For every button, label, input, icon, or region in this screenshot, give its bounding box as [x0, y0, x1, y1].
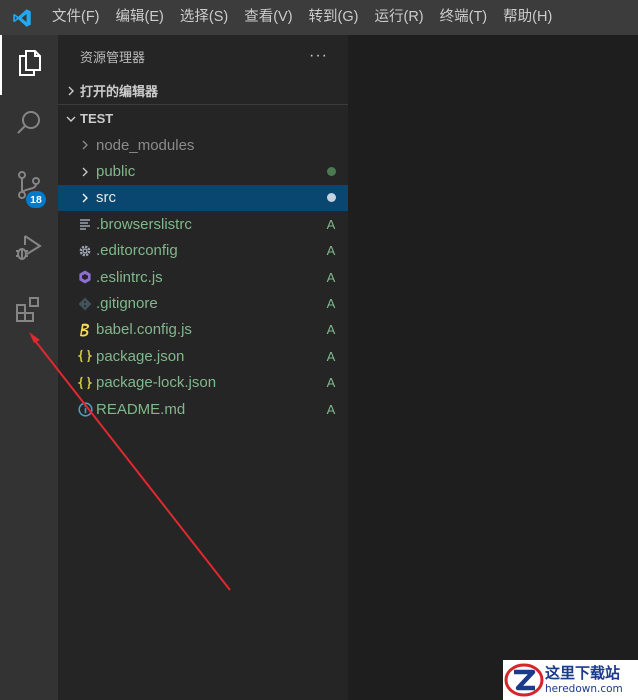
- watermark: 这里下载站 heredown.com: [503, 660, 638, 700]
- babel-icon: [74, 322, 96, 338]
- tree-item-src[interactable]: src: [58, 184, 348, 212]
- activity-bar: 18: [0, 35, 58, 700]
- json-icon: [74, 349, 96, 363]
- run-debug-icon: [14, 232, 44, 267]
- explorer-header: 资源管理器 ···: [58, 35, 348, 77]
- git-status: A: [326, 322, 336, 338]
- tree-item-package-json[interactable]: package.json A: [58, 343, 348, 369]
- git-status: A: [326, 375, 336, 391]
- tree-item-node-modules[interactable]: node_modules: [58, 132, 348, 158]
- eslint-icon: [74, 270, 96, 284]
- open-editors-section[interactable]: 打开的编辑器: [58, 77, 348, 104]
- folder-section-test[interactable]: TEST: [58, 104, 348, 132]
- tree-item-label: public: [96, 163, 136, 181]
- tree-item-label: babel.config.js: [96, 321, 192, 339]
- git-icon: [74, 297, 96, 311]
- watermark-en: heredown.com: [545, 682, 623, 695]
- open-editors-label: 打开的编辑器: [80, 84, 159, 99]
- vscode-logo-icon: [0, 0, 44, 35]
- json-icon: [74, 376, 96, 390]
- watermark-cn: 这里下载站: [545, 663, 621, 682]
- tree-item-label: .browserslistrc: [96, 215, 192, 233]
- menu-help[interactable]: 帮助(H): [495, 0, 560, 35]
- chevron-right-icon: [74, 140, 96, 150]
- files-icon: [15, 48, 45, 83]
- git-status: A: [326, 269, 336, 285]
- tree-item-gitignore[interactable]: .gitignore A: [58, 290, 348, 316]
- tree-item-eslintrc[interactable]: .eslintrc.js A: [58, 264, 348, 290]
- tree-item-public[interactable]: public: [58, 158, 348, 184]
- tree-item-editorconfig[interactable]: .editorconfig A: [58, 238, 348, 264]
- menu-go[interactable]: 转到(G): [301, 0, 367, 35]
- menu-terminal[interactable]: 终端(T): [432, 0, 496, 35]
- extensions-icon: [14, 295, 44, 330]
- git-status: A: [326, 216, 336, 232]
- tree-item-package-lock-json[interactable]: package-lock.json A: [58, 370, 348, 396]
- menu-bar: 文件(F) 编辑(E) 选择(S) 查看(V) 转到(G) 运行(R) 终端(T…: [0, 0, 638, 35]
- chevron-right-icon: [62, 86, 80, 96]
- gear-icon: [74, 244, 96, 258]
- scm-count-badge: 18: [26, 191, 46, 208]
- tree-item-label: README.md: [96, 400, 186, 418]
- menu-file[interactable]: 文件(F): [44, 0, 108, 35]
- more-actions-button[interactable]: ···: [309, 47, 328, 65]
- tree-item-label: package.json: [96, 347, 185, 365]
- extensions-activity-button[interactable]: [0, 282, 58, 342]
- menu-edit[interactable]: 编辑(E): [108, 0, 172, 35]
- tree-item-label: .eslintrc.js: [96, 268, 163, 286]
- source-control-activity-button[interactable]: 18: [0, 157, 58, 217]
- info-icon: [74, 401, 96, 417]
- tree-item-label: .editorconfig: [96, 242, 178, 260]
- modified-dot-icon: [314, 190, 348, 205]
- explorer-title: 资源管理器: [80, 49, 146, 65]
- explorer-activity-button[interactable]: [0, 35, 58, 95]
- menu-run[interactable]: 运行(R): [366, 0, 431, 35]
- tree-item-label: package-lock.json: [96, 374, 217, 392]
- folder-label: TEST: [80, 111, 114, 126]
- tree-item-label: src: [96, 189, 116, 207]
- tree-item-label: .gitignore: [96, 295, 158, 313]
- editor-area[interactable]: [348, 35, 638, 700]
- tree-item-label: node_modules: [96, 136, 195, 154]
- git-status: A: [326, 243, 336, 259]
- explorer-sidebar: 资源管理器 ··· 打开的编辑器 TEST node_modules publi…: [58, 35, 348, 700]
- chevron-right-icon: [74, 193, 96, 203]
- git-status: A: [326, 348, 336, 364]
- chevron-down-icon: [62, 114, 80, 124]
- git-status: A: [326, 401, 336, 417]
- tree-item-babel-config[interactable]: babel.config.js A: [58, 317, 348, 343]
- modified-dot-icon: [314, 164, 348, 179]
- git-status: A: [326, 296, 336, 312]
- search-activity-button[interactable]: [0, 95, 58, 155]
- tree-item-browserslistrc[interactable]: .browserslistrc A: [58, 211, 348, 237]
- search-icon: [14, 108, 44, 143]
- lines-icon: [74, 218, 96, 231]
- menu-selection[interactable]: 选择(S): [172, 0, 236, 35]
- watermark-logo-icon: [504, 663, 544, 697]
- run-debug-activity-button[interactable]: [0, 219, 58, 279]
- tree-item-readme[interactable]: README.md A: [58, 396, 348, 422]
- chevron-right-icon: [74, 167, 96, 177]
- menu-view[interactable]: 查看(V): [236, 0, 300, 35]
